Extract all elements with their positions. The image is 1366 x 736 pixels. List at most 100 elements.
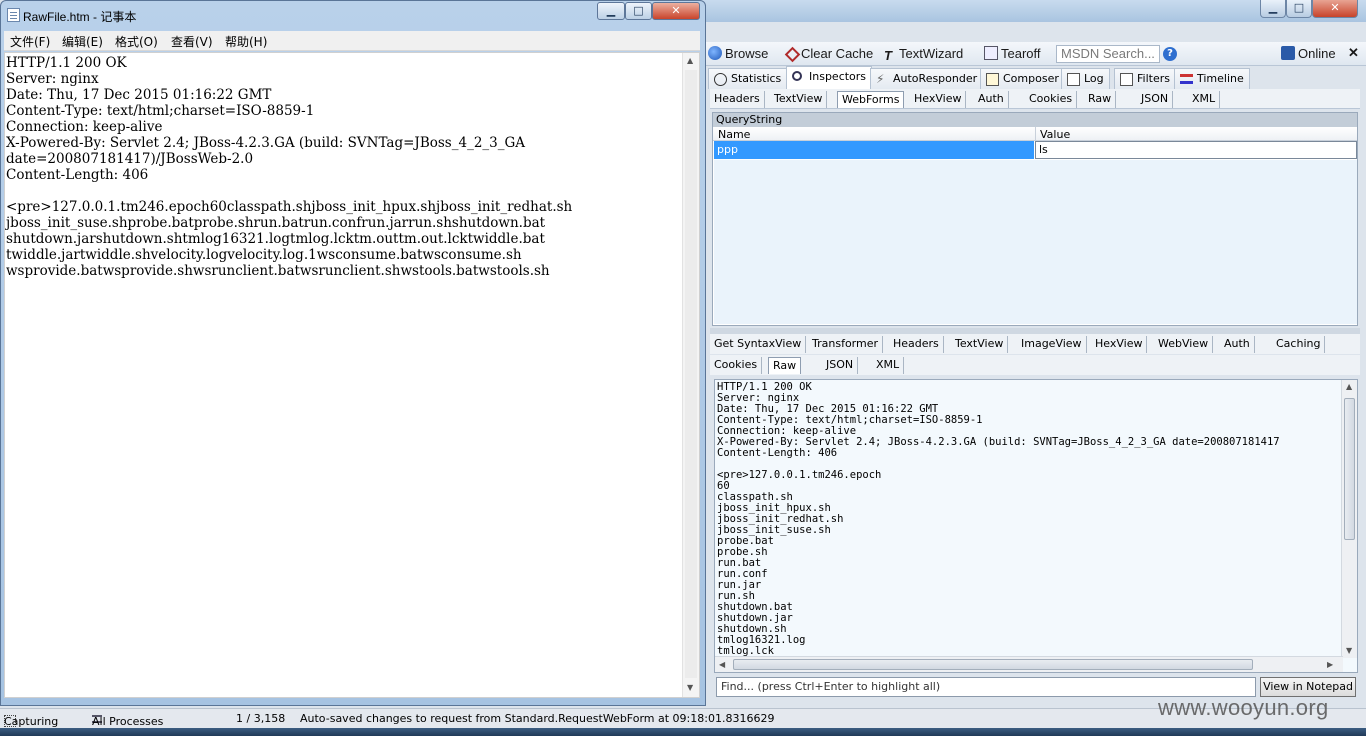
view-in-notepad-button[interactable]: View in Notepad <box>1260 677 1356 697</box>
req-tab-hexview[interactable]: HexView <box>910 91 967 108</box>
resp-tab-headers[interactable]: Headers <box>889 336 944 353</box>
tab-label: Inspectors <box>809 70 867 83</box>
textwizard-label: TextWizard <box>899 46 964 61</box>
raw-response-view[interactable]: HTTP/1.1 200 OK Server: nginx Date: Thu,… <box>714 379 1358 673</box>
tab-log[interactable]: Log <box>1061 68 1110 89</box>
notepad-text-area[interactable]: HTTP/1.1 200 OK Server: nginx Date: Thu,… <box>4 52 700 698</box>
scroll-left-icon[interactable]: ◀ <box>719 660 725 669</box>
raw-horizontal-scroll-thumb[interactable] <box>733 659 1253 670</box>
resp-tab-raw[interactable]: Raw <box>768 357 802 374</box>
resp-tab-syntaxview[interactable]: Get SyntaxView <box>710 336 807 353</box>
req-tab-headers[interactable]: Headers <box>710 91 765 108</box>
timeline-icon <box>1180 74 1193 84</box>
toolbar-close-icon[interactable]: ✕ <box>1348 45 1359 61</box>
resp-tab-textview[interactable]: TextView <box>951 336 1009 353</box>
tearoff-icon <box>984 46 998 60</box>
notepad-minimize-button[interactable]: ▁ <box>597 2 625 20</box>
req-tab-xml[interactable]: XML <box>1188 91 1221 108</box>
clear-cache-icon <box>784 46 801 63</box>
resp-tab-xml[interactable]: XML <box>872 357 905 374</box>
raw-horizontal-scrollbar[interactable]: ◀ ▶ <box>715 656 1343 672</box>
resp-tab-cookies[interactable]: Cookies <box>710 357 763 374</box>
tab-inspectors[interactable]: Inspectors <box>786 66 873 89</box>
online-indicator[interactable]: Online <box>1281 46 1336 61</box>
process-filter-label: All Processes <box>92 715 164 728</box>
tab-label: Filters <box>1137 72 1170 85</box>
session-count: 1 / 3,158 <box>236 712 286 725</box>
tab-timeline[interactable]: Timeline <box>1174 68 1250 89</box>
req-tab-cookies[interactable]: Cookies <box>1025 91 1078 108</box>
req-tab-raw[interactable]: Raw <box>1084 91 1117 108</box>
fiddler-maximize-button[interactable]: □ <box>1286 0 1312 18</box>
notepad-title: RawFile.htm - 记事本 <box>23 10 137 24</box>
req-tab-json[interactable]: JSON <box>1137 91 1174 108</box>
querystring-column-headers: Name Value <box>713 127 1357 141</box>
scroll-down-icon[interactable]: ▼ <box>687 683 693 692</box>
resp-tab-webview[interactable]: WebView <box>1154 336 1214 353</box>
querystring-empty-area <box>714 160 1357 324</box>
tab-filters[interactable]: Filters <box>1114 68 1176 89</box>
notepad-content[interactable]: HTTP/1.1 200 OK Server: nginx Date: Thu,… <box>6 55 572 279</box>
notepad-close-button[interactable]: ✕ <box>652 2 700 20</box>
column-name[interactable]: Name <box>718 128 750 141</box>
table-row[interactable]: ppp ls <box>713 141 1357 159</box>
resp-tab-imageview[interactable]: ImageView <box>1017 336 1087 353</box>
param-name-cell[interactable]: ppp <box>714 141 1034 159</box>
menu-help[interactable]: 帮助(H) <box>225 33 267 50</box>
resp-tab-hexview[interactable]: HexView <box>1091 336 1148 353</box>
menu-view[interactable]: 查看(V) <box>171 33 213 50</box>
notepad-icon <box>7 8 20 22</box>
resp-tab-transformer[interactable]: Transformer <box>808 336 884 353</box>
scroll-right-icon[interactable]: ▶ <box>1327 660 1333 669</box>
tab-autoresponder[interactable]: ⚡ AutoResponder <box>870 68 984 89</box>
tab-label: AutoResponder <box>893 72 978 85</box>
msdn-search-input[interactable]: MSDN Search... <box>1056 45 1160 63</box>
menu-format[interactable]: 格式(O) <box>115 33 158 50</box>
clear-cache-label: Clear Cache <box>801 46 874 61</box>
status-message: Auto-saved changes to request from Stand… <box>300 712 775 725</box>
fiddler-main-tabs: Statistics Inspectors ⚡ AutoResponder Com… <box>708 66 1366 89</box>
help-icon[interactable]: ? <box>1163 47 1177 61</box>
scroll-down-icon[interactable]: ▼ <box>1346 646 1352 655</box>
raw-vertical-scroll-thumb[interactable] <box>1344 398 1355 540</box>
windows-taskbar[interactable] <box>0 728 1366 736</box>
capturing-label: Capturing <box>4 715 59 728</box>
req-tab-webforms[interactable]: WebForms <box>837 91 905 108</box>
tab-composer[interactable]: Composer <box>980 68 1065 89</box>
fiddler-close-button[interactable]: ✕ <box>1312 0 1358 18</box>
tab-statistics[interactable]: Statistics <box>708 68 788 89</box>
browse-label: Browse <box>725 46 769 61</box>
fiddler-minimize-button[interactable]: ▁ <box>1260 0 1286 18</box>
tab-label: Log <box>1084 72 1104 85</box>
param-value-cell[interactable]: ls <box>1035 141 1357 159</box>
clear-cache-button[interactable]: Clear Cache <box>784 46 874 63</box>
resp-tab-caching[interactable]: Caching <box>1272 336 1326 353</box>
req-tab-auth[interactable]: Auth <box>974 91 1009 108</box>
tearoff-button[interactable]: Tearoff <box>984 46 1041 61</box>
network-icon <box>1281 46 1295 60</box>
menu-file[interactable]: 文件(F) <box>10 33 50 50</box>
raw-vertical-scrollbar[interactable]: ▲ ▼ <box>1341 380 1357 658</box>
scroll-up-icon[interactable]: ▲ <box>1346 382 1352 391</box>
textwizard-button[interactable]: T TextWizard <box>884 46 964 63</box>
column-divider <box>1035 127 1036 140</box>
querystring-grid[interactable]: QueryString Name Value ppp ls <box>712 112 1358 326</box>
browse-button[interactable]: Browse <box>708 46 768 61</box>
req-tab-textview[interactable]: TextView <box>770 91 828 108</box>
tab-label: Timeline <box>1197 72 1244 85</box>
column-value[interactable]: Value <box>1040 128 1070 141</box>
notepad-scroll-thumb[interactable] <box>685 70 697 678</box>
log-icon <box>1067 73 1080 86</box>
tearoff-label: Tearoff <box>1001 46 1041 61</box>
menu-edit[interactable]: 编辑(E) <box>62 33 103 50</box>
find-input[interactable]: Find... (press Ctrl+Enter to highlight a… <box>716 677 1256 697</box>
tab-label: Statistics <box>731 72 782 85</box>
notepad-maximize-button[interactable]: □ <box>625 2 652 20</box>
raw-response-text[interactable]: HTTP/1.1 200 OK Server: nginx Date: Thu,… <box>717 382 1280 657</box>
notepad-vertical-scrollbar[interactable]: ▲ ▼ <box>682 53 699 697</box>
resp-tab-json[interactable]: JSON <box>822 357 859 374</box>
scroll-up-icon[interactable]: ▲ <box>687 56 693 65</box>
textwizard-icon: T <box>884 48 892 63</box>
resp-tab-auth[interactable]: Auth <box>1220 336 1255 353</box>
browse-icon <box>708 46 722 60</box>
